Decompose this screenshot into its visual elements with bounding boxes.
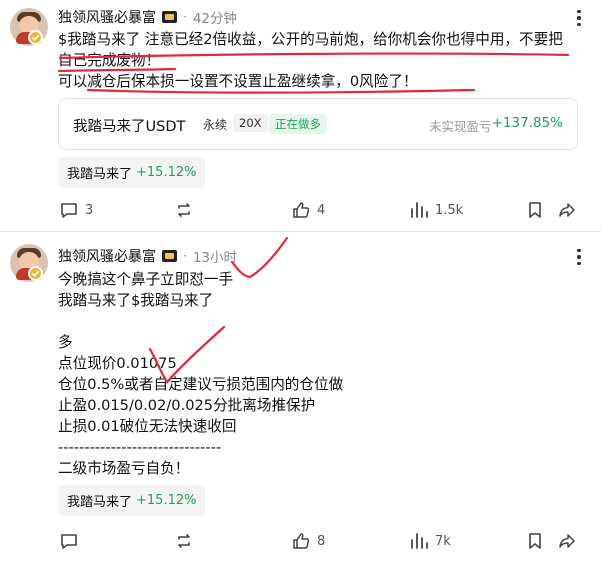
post-time: 42分钟 [192, 11, 238, 27]
post-text-line: $我踏马来了 注意已经2倍收益，公开的马前炮，给你机会你也得中用，不要把 [58, 31, 563, 48]
post-text-line: 我踏马来了$我踏马来了 [58, 292, 214, 309]
direction-badge: 正在做多 [269, 114, 327, 134]
repost-button[interactable] [174, 529, 194, 553]
post-text-line: 今晚搞这个鼻子立即怼一手 [58, 271, 234, 288]
vip-badge-icon [162, 250, 177, 262]
verified-badge-icon [28, 266, 43, 281]
post-text-line: 止盈0.015/0.02/0.025分批离场推保护 [58, 397, 316, 414]
like-count: 8 [317, 533, 326, 549]
trade-position-card[interactable]: 我踏马来了USDT 永续 20X 正在做多 未实现盈亏 +137.85% [58, 98, 578, 150]
token-change: +15.12% [136, 493, 197, 508]
bar-chart-icon [411, 202, 428, 218]
token-change: +15.12% [136, 165, 197, 180]
share-button[interactable] [557, 198, 577, 222]
post-text-line: 多 [58, 334, 73, 351]
post-card[interactable]: 独领风骚必暴富 · 42分钟 $我踏马来了 注意已经2倍收益，公开的马前炮，给你… [0, 0, 601, 232]
post-text-line: 点位现价0.01075 [58, 355, 177, 372]
repost-button[interactable] [174, 198, 194, 222]
share-icon [559, 203, 575, 217]
token-tag[interactable]: 我踏马来了 +15.12% [58, 485, 206, 516]
repost-icon [178, 534, 190, 548]
post-text-line: 自己完成废物！ [58, 52, 161, 69]
token-tag[interactable]: 我踏马来了 +15.12% [58, 157, 206, 188]
like-count: 4 [317, 202, 326, 218]
bookmark-button[interactable] [525, 198, 545, 222]
thumbs-up-icon [293, 533, 310, 549]
like-button[interactable]: 4 [291, 198, 325, 222]
post-text-line: 止损0.01破位无法快速收回 [58, 418, 237, 435]
post-time: 13小时 [192, 250, 238, 266]
bar-chart-icon [411, 533, 428, 549]
post-text-line: 二级市场盈亏自负！ [58, 460, 190, 477]
trade-pair: 我踏马来了USDT [73, 119, 186, 135]
pnl-label: 未实现盈亏 [429, 119, 492, 134]
more-options-icon[interactable] [569, 247, 589, 267]
comment-icon [61, 203, 77, 218]
leverage-badge: 20X [233, 114, 268, 132]
author-name[interactable]: 独领风骚必暴富 [58, 7, 156, 27]
share-button[interactable] [557, 529, 577, 553]
token-name: 我踏马来了 [67, 495, 133, 510]
separator: · [183, 249, 187, 263]
token-name: 我踏马来了 [67, 167, 133, 182]
action-bar: 8 7k [0, 529, 601, 553]
comment-count: 3 [85, 202, 94, 218]
more-options-icon[interactable] [569, 8, 589, 28]
view-count: 7k [435, 533, 451, 549]
view-count: 1.5k [435, 202, 464, 218]
comment-button[interactable]: 3 [59, 198, 93, 222]
vip-badge-icon [162, 11, 177, 23]
share-icon [559, 534, 575, 548]
comment-icon [61, 534, 77, 549]
post-card[interactable]: 独领风骚必暴富 · 13小时 今晚搞这个鼻子立即怼一手 我踏马来了$我踏马来了 … [0, 232, 601, 563]
pnl-value: +137.85% [491, 115, 563, 131]
bookmark-icon [529, 202, 541, 218]
author-name[interactable]: 独领风骚必暴富 [58, 246, 156, 266]
post-text-line: 可以减仓后保本损一设置不设置止盈继续拿，0风险了！ [58, 73, 418, 90]
bookmark-button[interactable] [525, 529, 545, 553]
post-text-line: 仓位0.5%或者自定建议亏损范围内的仓位做 [58, 376, 344, 393]
like-button[interactable]: 8 [291, 529, 325, 553]
thumbs-up-icon [293, 202, 310, 218]
separator: · [183, 10, 187, 24]
views-button[interactable]: 7k [409, 529, 451, 553]
bookmark-icon [529, 533, 541, 549]
views-button[interactable]: 1.5k [409, 198, 463, 222]
contract-type: 永续 [203, 118, 228, 132]
comment-button[interactable] [59, 529, 85, 553]
verified-badge-icon [28, 30, 43, 45]
repost-icon [178, 203, 190, 217]
action-bar: 3 4 1.5k [0, 198, 601, 222]
post-text-line: ------------------------------- [58, 439, 222, 456]
